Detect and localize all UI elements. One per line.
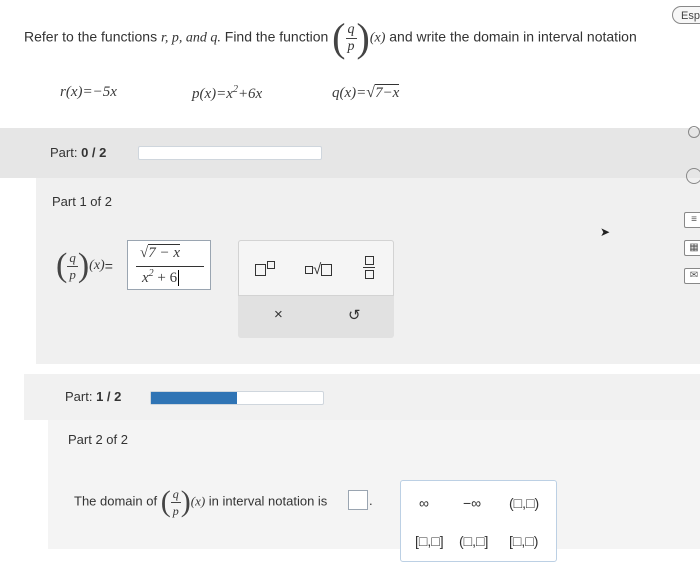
mouse-cursor: ➤: [600, 225, 611, 239]
side-notes-icon[interactable]: ≡: [684, 212, 700, 228]
answer-fraction-bar: [136, 266, 204, 267]
problem-statement: Refer to the functions r, p, and q. Find…: [24, 18, 637, 58]
function-expression: (q p)(x): [332, 15, 386, 60]
part-2-title: Part 2 of 2: [68, 432, 128, 447]
math-palette: √ × ↺: [238, 240, 394, 338]
part-2-prompt: The domain of (q p)(x) in interval notati…: [74, 485, 328, 518]
open-closed-interval-button[interactable]: (□,□]: [459, 533, 488, 549]
side-circle-icon[interactable]: [688, 126, 700, 138]
frac-num: q: [345, 21, 357, 39]
side-calculator-icon[interactable]: ▦: [684, 240, 700, 256]
function-q: q(x)=√7−x: [332, 84, 400, 101]
exponent-button[interactable]: [255, 261, 275, 278]
answer-input-box[interactable]: √7 − x x2 + 6: [127, 240, 211, 290]
frac-den: p: [347, 38, 355, 54]
infinity-button[interactable]: ∞: [419, 495, 429, 511]
function-p: p(x)=x2+6x: [192, 84, 263, 102]
undo-button[interactable]: ↺: [348, 306, 361, 324]
x-icon: ×: [274, 306, 283, 323]
undo-icon: ↺: [348, 307, 361, 324]
problem-find: Find the function: [224, 28, 329, 45]
side-mail-icon[interactable]: ✉: [684, 268, 700, 284]
neg-infinity-button[interactable]: −∞: [463, 495, 481, 511]
clear-button[interactable]: ×: [274, 306, 283, 323]
closed-closed-interval-button[interactable]: [□,□]: [415, 533, 444, 549]
part-2-progress-fill: [151, 392, 237, 404]
problem-vars: r, p, and q.: [160, 30, 221, 46]
answer-lhs: (q p)(x)=: [56, 247, 113, 284]
part-2-panel: Part 2 of 2 The domain of (q p)(x) in int…: [48, 420, 700, 549]
symbol-palette: ∞ −∞ (□,□) [□,□] (□,□] [□,□): [400, 480, 557, 562]
closed-open-interval-button[interactable]: [□,□): [509, 533, 538, 549]
part-2-progress-label: Part: 1 / 2: [65, 389, 122, 404]
part-1-progress-track: [138, 146, 322, 160]
domain-answer-input[interactable]: [348, 490, 368, 510]
open-open-interval-button[interactable]: (□,□): [509, 495, 539, 511]
part-2-progress-bar: Part: 1 / 2: [24, 374, 700, 420]
fraction-button[interactable]: [363, 256, 375, 279]
language-button[interactable]: Esp: [672, 6, 700, 24]
math-palette-templates: √: [238, 240, 394, 296]
answer-denominator: x2 + 6: [142, 268, 180, 286]
problem-prefix: Refer to the functions: [24, 28, 158, 45]
answer-numerator: √7 − x: [140, 244, 181, 261]
problem-suffix: and write the domain in interval notatio…: [389, 28, 637, 45]
side-refresh-icon[interactable]: [686, 168, 700, 184]
part-1-progress-label: Part: 0 / 2: [50, 145, 107, 160]
frac-arg: (x): [369, 30, 386, 46]
part-2-progress-track: [150, 391, 324, 405]
part-1-title: Part 1 of 2: [52, 194, 112, 209]
part-1-progress-bar: Part: 0 / 2: [0, 128, 700, 178]
function-r: r(x)=−5x: [60, 84, 117, 100]
period: .: [369, 493, 373, 508]
nth-root-button[interactable]: √: [305, 261, 333, 278]
